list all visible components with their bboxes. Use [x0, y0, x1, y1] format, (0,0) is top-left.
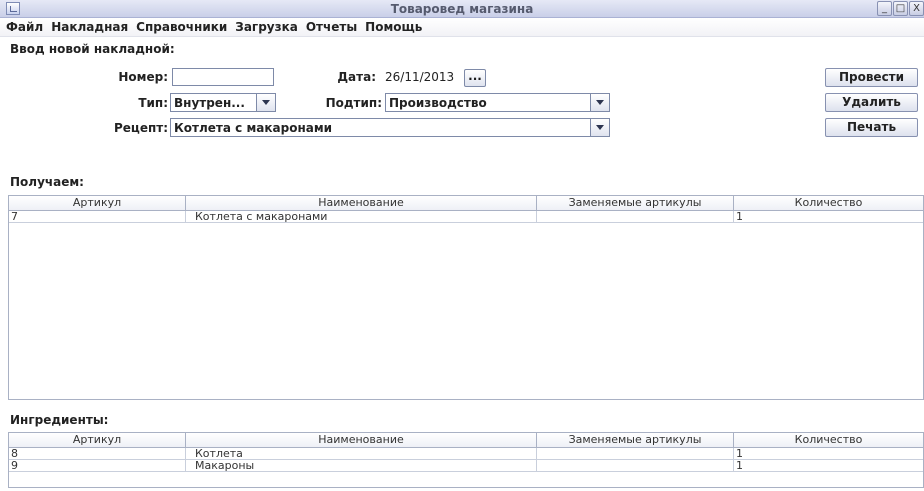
column-header-article[interactable]: Артикул — [9, 196, 186, 210]
number-input[interactable] — [172, 68, 274, 86]
title-bar: Товаровед магазина _ □ X — [0, 0, 924, 18]
table-row[interactable]: 8 Котлета 1 — [9, 448, 923, 460]
menu-reports[interactable]: Отчеты — [302, 18, 361, 36]
chevron-down-icon[interactable] — [256, 94, 275, 111]
ingredients-heading: Ингредиенты: — [10, 413, 109, 427]
form-heading: Ввод новой накладной: — [10, 42, 175, 56]
column-header-name[interactable]: Наименование — [186, 433, 537, 447]
menu-directories[interactable]: Справочники — [132, 18, 231, 36]
maximize-button[interactable]: □ — [893, 1, 908, 16]
column-header-quantity[interactable]: Количество — [734, 433, 923, 447]
minimize-button[interactable]: _ — [877, 1, 892, 16]
cell-article[interactable]: 8 — [9, 448, 186, 459]
chevron-down-icon[interactable] — [590, 119, 609, 136]
cell-replaced-articles[interactable] — [537, 460, 734, 471]
subtype-label: Подтип: — [325, 96, 382, 110]
window-controls: _ □ X — [877, 1, 924, 17]
post-button[interactable]: Провести — [825, 68, 918, 87]
recipe-select[interactable]: Котлета с макаронами — [170, 118, 610, 137]
cell-quantity[interactable]: 1 — [734, 448, 923, 459]
cell-replaced-articles[interactable] — [537, 211, 734, 222]
column-header-name[interactable]: Наименование — [186, 196, 537, 210]
type-select-value: Внутрен... — [174, 96, 245, 110]
date-label: Дата: — [337, 70, 376, 84]
receive-heading: Получаем: — [10, 175, 84, 189]
menu-load[interactable]: Загрузка — [231, 18, 302, 36]
table-header: Артикул Наименование Заменяемые артикулы… — [9, 433, 923, 448]
recipe-label: Рецепт: — [113, 121, 168, 135]
cell-name[interactable]: Макароны — [186, 460, 537, 471]
cell-name[interactable]: Котлета с макаронами — [186, 211, 537, 222]
ingredients-table: Артикул Наименование Заменяемые артикулы… — [8, 432, 924, 488]
date-value: 26/11/2013 — [385, 70, 455, 84]
table-row[interactable]: 7 Котлета с макаронами 1 — [9, 211, 923, 223]
chevron-down-icon[interactable] — [590, 94, 609, 111]
delete-button[interactable]: Удалить — [825, 93, 918, 112]
recipe-select-value: Котлета с макаронами — [174, 121, 333, 135]
subtype-select-value: Производство — [389, 96, 487, 110]
cell-replaced-articles[interactable] — [537, 448, 734, 459]
menu-bar: Файл Накладная Справочники Загрузка Отче… — [0, 18, 924, 37]
cell-article[interactable]: 7 — [9, 211, 186, 222]
cell-article[interactable]: 9 — [9, 460, 186, 471]
table-row[interactable]: 9 Макароны 1 — [9, 460, 923, 472]
type-label: Тип: — [138, 96, 168, 110]
column-header-article[interactable]: Артикул — [9, 433, 186, 447]
cell-quantity[interactable]: 1 — [734, 211, 923, 222]
table-header: Артикул Наименование Заменяемые артикулы… — [9, 196, 923, 211]
subtype-select[interactable]: Производство — [385, 93, 610, 112]
print-button[interactable]: Печать — [825, 118, 918, 137]
column-header-replaced-articles[interactable]: Заменяемые артикулы — [537, 433, 734, 447]
column-header-replaced-articles[interactable]: Заменяемые артикулы — [537, 196, 734, 210]
window-title: Товаровед магазина — [390, 2, 534, 16]
cell-name[interactable]: Котлета — [186, 448, 537, 459]
menu-file[interactable]: Файл — [0, 18, 47, 36]
number-label: Номер: — [118, 70, 168, 84]
type-select[interactable]: Внутрен... — [170, 93, 276, 112]
menu-invoice[interactable]: Накладная — [47, 18, 132, 36]
column-header-quantity[interactable]: Количество — [734, 196, 923, 210]
receive-table: Артикул Наименование Заменяемые артикулы… — [8, 195, 924, 400]
cell-quantity[interactable]: 1 — [734, 460, 923, 471]
menu-help[interactable]: Помощь — [361, 18, 426, 36]
date-picker-button[interactable]: ... — [464, 69, 486, 87]
close-button[interactable]: X — [909, 1, 924, 16]
